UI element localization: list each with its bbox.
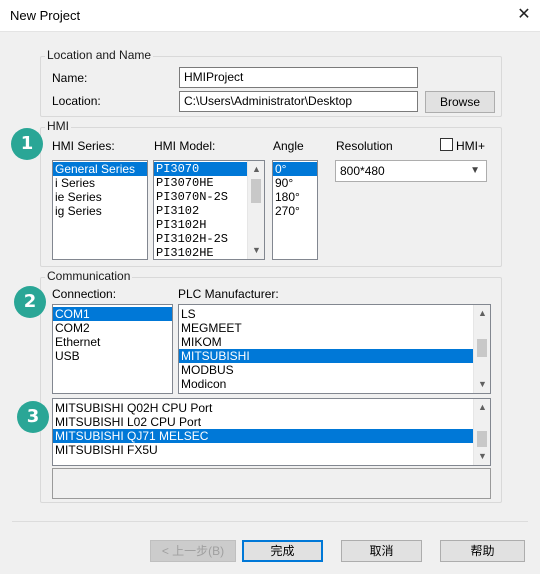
protocol-item[interactable]: MITSUBISHI Q02H CPU Port xyxy=(53,401,473,415)
plc-manufacturer-label: PLC Manufacturer: xyxy=(178,287,279,301)
hmi-model-scrollbar[interactable]: ▲ ▼ xyxy=(247,161,264,259)
status-box xyxy=(52,468,491,499)
help-button[interactable]: 帮助 xyxy=(440,540,525,562)
hmi-model-item[interactable]: PI3070N-2S xyxy=(154,190,247,204)
scroll-thumb[interactable] xyxy=(251,179,261,203)
angle-item[interactable]: 180° xyxy=(273,190,317,204)
connection-item[interactable]: USB xyxy=(53,349,172,363)
communication-group-title: Communication xyxy=(45,269,133,283)
name-field[interactable]: HMIProject xyxy=(179,67,418,88)
location-field[interactable]: C:\Users\Administrator\Desktop xyxy=(179,91,418,112)
plc-manufacturer-item[interactable]: LS xyxy=(179,307,473,321)
resolution-value: 800*480 xyxy=(340,164,385,178)
close-icon[interactable]: ✕ xyxy=(512,4,536,26)
scroll-up-icon[interactable]: ▲ xyxy=(474,305,490,322)
resolution-label: Resolution xyxy=(336,139,393,153)
angle-item[interactable]: 270° xyxy=(273,204,317,218)
connection-item[interactable]: COM1 xyxy=(53,307,172,321)
hmi-model-list[interactable]: PI3070 PI3070HE PI3070N-2S PI3102 PI3102H PI3… xyxy=(153,160,265,260)
plc-manufacturer-item[interactable]: MEGMEET xyxy=(179,321,473,335)
connection-list[interactable]: COM1 COM2 Ethernet USB xyxy=(52,304,173,394)
connection-item[interactable]: Ethernet xyxy=(53,335,172,349)
hmi-series-list[interactable]: General Series i Series ie Series ig Series xyxy=(52,160,148,260)
angle-label: Angle xyxy=(273,139,304,153)
plc-manufacturer-item[interactable]: MIKOM xyxy=(179,335,473,349)
scroll-up-icon[interactable]: ▲ xyxy=(474,399,490,416)
plc-manufacturer-item[interactable]: MODBUS xyxy=(179,363,473,377)
window-title: New Project xyxy=(10,8,81,23)
protocol-item[interactable]: MITSUBISHI L02 CPU Port xyxy=(53,415,473,429)
scroll-down-icon[interactable]: ▼ xyxy=(474,448,490,465)
hmi-series-item[interactable]: General Series xyxy=(53,162,147,176)
plc-manufacturer-item[interactable]: Modicon xyxy=(179,377,473,391)
location-group-title: Location and Name xyxy=(45,48,154,62)
step-1-badge: 1 xyxy=(11,128,43,160)
hmi-series-item[interactable]: ie Series xyxy=(53,190,147,204)
divider xyxy=(12,521,528,522)
chevron-down-icon: ▼ xyxy=(470,165,480,176)
step-3-badge: 3 xyxy=(17,401,49,433)
plc-manufacturer-list[interactable]: LS MEGMEET MIKOM MITSUBISHI MODBUS Modicon ▲ … xyxy=(178,304,491,394)
scroll-up-icon[interactable]: ▲ xyxy=(248,161,264,178)
location-label: Location: xyxy=(52,94,101,108)
title-bar xyxy=(0,0,540,32)
protocol-item[interactable]: MITSUBISHI QJ71 MELSEC xyxy=(53,429,473,443)
hmi-series-item[interactable]: i Series xyxy=(53,176,147,190)
angle-item[interactable]: 0° xyxy=(273,162,317,176)
angle-item[interactable]: 90° xyxy=(273,176,317,190)
hmi-model-item[interactable]: PI3070HE xyxy=(154,176,247,190)
hmi-model-item[interactable]: PI3102H-2S xyxy=(154,232,247,246)
back-button[interactable]: < 上一步(B) xyxy=(150,540,236,562)
scroll-down-icon[interactable]: ▼ xyxy=(248,242,264,259)
protocol-scrollbar[interactable]: ▲ ▼ xyxy=(473,399,490,465)
protocol-item[interactable]: MITSUBISHI FX5U xyxy=(53,443,473,457)
plc-manufacturer-item[interactable]: MITSUBISHI xyxy=(179,349,473,363)
hmi-model-label: HMI Model: xyxy=(154,139,216,153)
scroll-thumb[interactable] xyxy=(477,431,487,447)
hmi-series-item[interactable]: ig Series xyxy=(53,204,147,218)
browse-button[interactable]: Browse xyxy=(425,91,495,113)
protocol-list[interactable]: MITSUBISHI Q02H CPU Port MITSUBISHI L02 C… xyxy=(52,398,491,466)
hmi-model-item[interactable]: PI3102HE xyxy=(154,246,247,259)
angle-list[interactable]: 0° 90° 180° 270° xyxy=(272,160,318,260)
finish-button[interactable]: 完成 xyxy=(242,540,323,562)
plc-manufacturer-scrollbar[interactable]: ▲ ▼ xyxy=(473,305,490,393)
hmi-series-label: HMI Series: xyxy=(52,139,115,153)
name-label: Name: xyxy=(52,71,88,85)
scroll-down-icon[interactable]: ▼ xyxy=(474,376,490,393)
hmi-plus-checkbox[interactable] xyxy=(440,138,453,151)
hmi-model-item[interactable]: PI3102 xyxy=(154,204,247,218)
connection-item[interactable]: COM2 xyxy=(53,321,172,335)
hmi-model-item[interactable]: PI3102H xyxy=(154,218,247,232)
connection-label: Connection: xyxy=(52,287,117,301)
hmi-plus-label: HMI+ xyxy=(456,139,486,153)
scroll-thumb[interactable] xyxy=(477,339,487,357)
cancel-button[interactable]: 取消 xyxy=(341,540,422,562)
hmi-group-title: HMI xyxy=(45,119,71,133)
hmi-model-item[interactable]: PI3070 xyxy=(154,162,247,176)
step-2-badge: 2 xyxy=(14,286,46,318)
resolution-select[interactable]: 800*480 ▼ xyxy=(335,160,487,182)
